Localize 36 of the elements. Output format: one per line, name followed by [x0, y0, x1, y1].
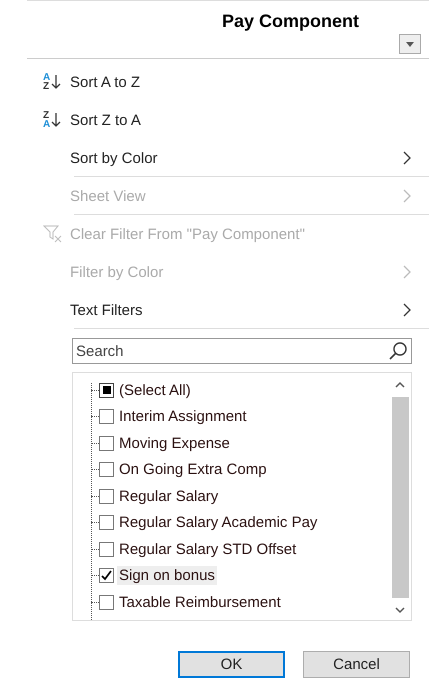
checkbox[interactable] [99, 409, 114, 424]
checkbox[interactable] [99, 568, 114, 584]
chevron-right-icon [403, 303, 411, 317]
menu-item[interactable]: Sort by Color [0, 139, 429, 177]
search-icon [388, 341, 408, 361]
clear-filter-icon [43, 225, 63, 243]
checkbox[interactable] [99, 488, 114, 504]
checkbox[interactable] [99, 515, 114, 530]
list-item[interactable]: Regular Salary STD Offset [117, 540, 298, 559]
ok-button[interactable]: OK [178, 651, 285, 678]
list-item[interactable]: Taxable Reimbursement [117, 592, 283, 612]
list-item[interactable]: Regular Salary [117, 486, 220, 506]
checkbox[interactable] [99, 462, 114, 478]
list-item[interactable]: Moving Expense [117, 434, 232, 453]
arrow-up-icon [395, 381, 405, 389]
filter-dropdown-button[interactable] [399, 34, 421, 54]
list-item[interactable]: Regular Salary Academic Pay [117, 513, 320, 532]
caret-down-icon [406, 42, 414, 46]
cancel-button[interactable]: Cancel [303, 651, 410, 678]
chevron-right-icon [403, 265, 411, 279]
list-item[interactable]: Sign on bonus [117, 566, 217, 586]
arrow-down-icon [395, 606, 405, 614]
menu-item[interactable]: A Z Sort A to Z [0, 63, 429, 101]
checkbox[interactable] [99, 382, 114, 398]
checkbox[interactable] [99, 436, 114, 451]
chevron-right-icon [403, 151, 411, 165]
checkbox[interactable] [99, 594, 114, 610]
column-header: Pay Component [222, 11, 360, 32]
menu-item[interactable]: Text Filters [0, 291, 429, 329]
chevron-right-icon [403, 189, 411, 203]
search-field[interactable]: Search [72, 338, 412, 364]
list-item[interactable]: Interim Assignment [117, 407, 249, 426]
list-item[interactable]: (Select All) [117, 380, 193, 400]
list-item[interactable]: On Going Extra Comp [117, 460, 269, 480]
checkbox[interactable] [99, 542, 114, 557]
menu-item[interactable]: Z A Sort Z to A [0, 101, 429, 139]
